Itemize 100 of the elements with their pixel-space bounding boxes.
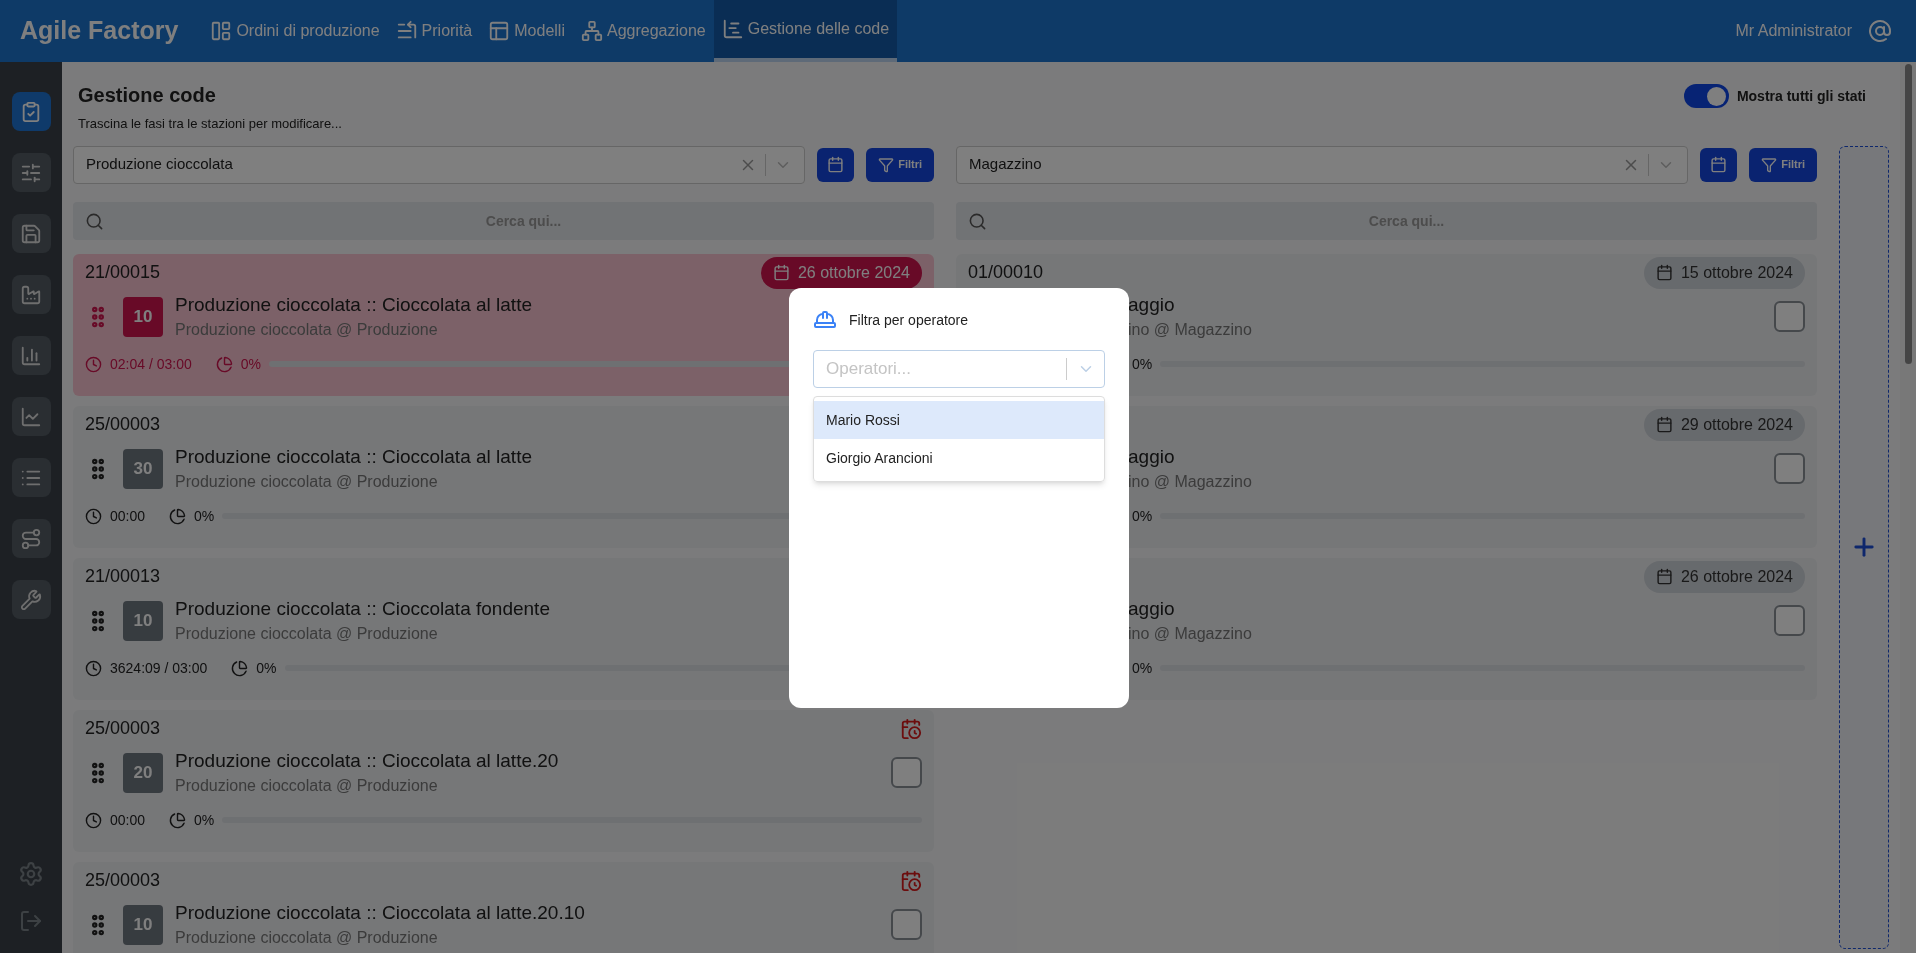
progress-label: 0% bbox=[1132, 658, 1153, 678]
queue-card[interactable]: 25/00003 10 Produzione cioccolata :: Cioccolata al latte.20.10 Produzione cioccolata @ Produzione bbox=[73, 861, 934, 953]
card-title: Produzione cioccolata :: Cioccolata fondente bbox=[175, 596, 550, 621]
dropdown-option[interactable]: Giorgio Arancioni bbox=[814, 439, 1104, 477]
factory-icon bbox=[20, 283, 42, 306]
hierarchy-icon bbox=[580, 20, 603, 42]
board-icon bbox=[210, 20, 233, 42]
time-label: 00:00 bbox=[110, 810, 146, 830]
sidebar-button[interactable] bbox=[11, 336, 51, 375]
page-title: Gestione code bbox=[78, 83, 217, 108]
nav-tab[interactable]: Ordini di produzione bbox=[202, 0, 388, 62]
filter-button[interactable]: Filtri bbox=[1749, 147, 1817, 182]
order-number: 25/00003 bbox=[85, 869, 161, 892]
step-number: 30 bbox=[123, 448, 163, 489]
pie-chart-icon bbox=[231, 659, 249, 677]
checkbox[interactable] bbox=[891, 909, 922, 940]
bar-chart-icon bbox=[20, 344, 42, 367]
search-icon bbox=[968, 211, 987, 231]
step-number: 20 bbox=[123, 752, 163, 793]
card-subtitle: Produzione cioccolata @ Produzione bbox=[175, 319, 438, 340]
checkbox[interactable] bbox=[1774, 453, 1805, 484]
step-number: 10 bbox=[123, 600, 163, 641]
queue-card[interactable]: 25/00003 20 Produzione cioccolata :: Cioccolata al latte.20 Produzione cioccolata @ Produzione 00:00 0% bbox=[73, 709, 934, 852]
toggle-label: Mostra tutti gli stati bbox=[1736, 86, 1866, 106]
calendar-icon bbox=[827, 156, 845, 173]
toggle-switch[interactable] bbox=[1683, 84, 1729, 108]
pie-chart-icon bbox=[169, 811, 187, 829]
at-sign-icon[interactable] bbox=[1868, 19, 1892, 43]
filter-icon bbox=[878, 156, 895, 173]
progress-label: 0% bbox=[194, 810, 215, 830]
order-number: 25/00003 bbox=[85, 413, 161, 436]
layout-icon bbox=[488, 20, 511, 42]
card-title: Produzione cioccolata :: Cioccolata al latte.20 bbox=[175, 748, 559, 773]
sidebar-button[interactable] bbox=[11, 153, 51, 192]
sidebar-button[interactable] bbox=[11, 275, 51, 314]
sidebar-button[interactable] bbox=[11, 458, 51, 497]
clock-icon bbox=[85, 355, 102, 373]
calendar-button[interactable] bbox=[1700, 147, 1738, 182]
date-badge: 26 ottobre 2024 bbox=[1643, 560, 1805, 593]
floppy-icon bbox=[20, 222, 42, 245]
step-number: 10 bbox=[123, 904, 163, 945]
time-label: 3624:09 / 03:00 bbox=[110, 658, 208, 678]
sidebar-button[interactable] bbox=[11, 580, 51, 619]
date-badge: 26 ottobre 2024 bbox=[760, 256, 922, 289]
select-value: Produzione cioccolata bbox=[86, 154, 234, 175]
card-title: aggio bbox=[1128, 596, 1175, 621]
select-value: Magazzino bbox=[969, 154, 1043, 175]
step-number: 10 bbox=[123, 296, 163, 337]
card-title: aggio bbox=[1128, 444, 1175, 469]
progress-label: 0% bbox=[194, 506, 215, 526]
card-subtitle: Produzione cioccolata @ Produzione bbox=[175, 927, 438, 948]
nav-tab[interactable]: Priorità bbox=[387, 0, 481, 62]
progress-label: 0% bbox=[240, 354, 261, 374]
time-label: 00:00 bbox=[110, 506, 146, 526]
progress-label: 0% bbox=[1132, 354, 1153, 374]
station-select[interactable]: Magazzino bbox=[956, 145, 1689, 184]
operator-select[interactable]: Operatori... bbox=[813, 350, 1105, 388]
order-number: 21/00015 bbox=[85, 261, 161, 284]
clock-icon bbox=[85, 811, 102, 829]
sidebar-button[interactable] bbox=[11, 397, 51, 436]
calendar-icon bbox=[1710, 156, 1728, 173]
user-name[interactable]: Mr Administrator bbox=[1735, 19, 1852, 43]
add-column-area[interactable] bbox=[1839, 145, 1889, 949]
checkbox[interactable] bbox=[1774, 301, 1805, 332]
clock-icon bbox=[85, 659, 102, 677]
card-title: Produzione cioccolata :: Cioccolata al latte.20.10 bbox=[175, 900, 585, 925]
line-chart-icon bbox=[20, 405, 42, 428]
calendar-button[interactable] bbox=[817, 147, 855, 182]
nav-tab[interactable]: Modelli bbox=[480, 0, 573, 62]
filter-icon bbox=[1761, 156, 1778, 173]
nav-tab[interactable]: Gestione delle code bbox=[713, 0, 898, 62]
station-select[interactable]: Produzione cioccolata bbox=[73, 145, 806, 184]
dropdown-option[interactable]: Mario Rossi bbox=[814, 401, 1104, 439]
date-badge: 15 ottobre 2024 bbox=[1643, 256, 1805, 289]
order-number: 01/00010 bbox=[968, 261, 1044, 284]
card-subtitle: Produzione cioccolata @ Produzione bbox=[175, 471, 438, 492]
card-subtitle: ino @ Magazzino bbox=[1128, 623, 1252, 644]
sliders-icon bbox=[20, 161, 42, 184]
card-title: Produzione cioccolata :: Cioccolata al latte bbox=[175, 292, 532, 317]
calendar-icon bbox=[1655, 264, 1673, 281]
date-badge: 29 ottobre 2024 bbox=[1643, 408, 1805, 441]
order-number: 21/00013 bbox=[85, 565, 161, 588]
scrollbar[interactable] bbox=[1904, 64, 1912, 364]
nav-tab[interactable]: Aggregazione bbox=[572, 0, 714, 62]
pie-chart-icon bbox=[215, 355, 233, 373]
checkbox[interactable] bbox=[1774, 605, 1805, 636]
card-subtitle: Produzione cioccolata @ Produzione bbox=[175, 775, 438, 796]
order-number: 25/00003 bbox=[85, 717, 161, 740]
sidebar-button[interactable] bbox=[11, 92, 51, 131]
checkbox[interactable] bbox=[891, 757, 922, 788]
clipboard-check-icon bbox=[20, 100, 42, 123]
route-icon bbox=[20, 527, 42, 550]
sidebar-button[interactable] bbox=[11, 519, 51, 558]
calendar-icon bbox=[772, 264, 790, 281]
progress-label: 0% bbox=[256, 658, 277, 678]
card-subtitle: ino @ Magazzino bbox=[1128, 319, 1252, 340]
filter-button[interactable]: Filtri bbox=[866, 147, 934, 182]
page-subtitle: Trascina le fasi tra le stazioni per modificare... bbox=[78, 115, 342, 133]
calendar-icon bbox=[1655, 568, 1673, 585]
sidebar-button[interactable] bbox=[11, 214, 51, 253]
